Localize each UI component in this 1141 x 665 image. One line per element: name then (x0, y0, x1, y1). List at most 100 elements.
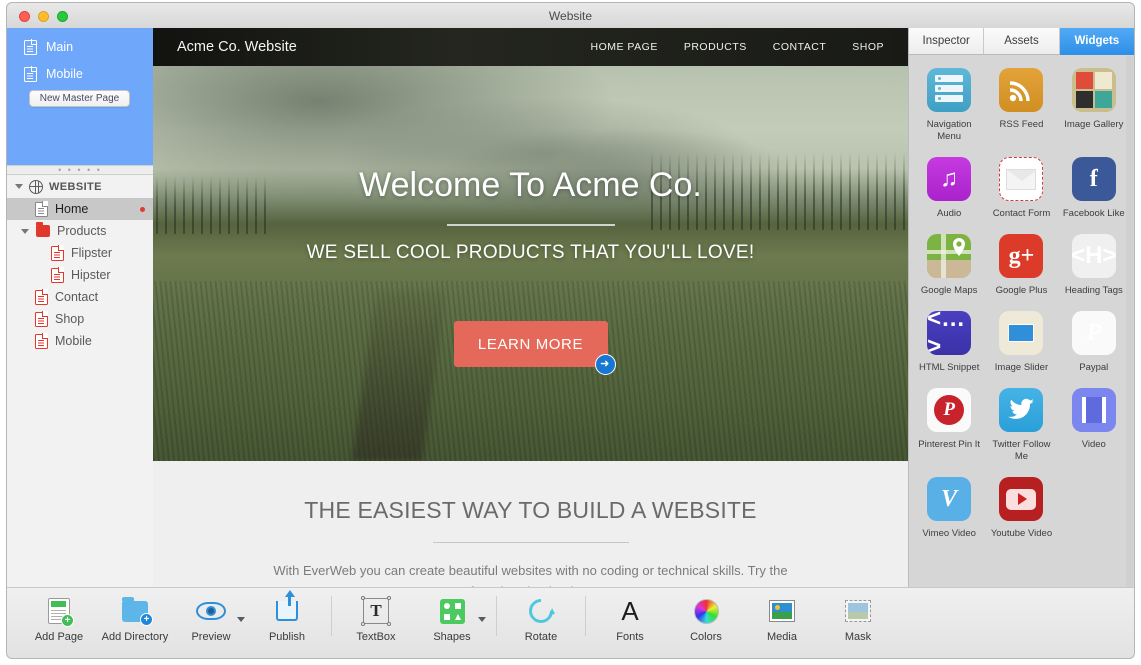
widget-contact-form[interactable]: Contact Form (985, 157, 1057, 220)
widget-label: Video (1081, 439, 1106, 450)
tool-label: Add Directory (101, 631, 169, 643)
tool-label: Shapes (433, 631, 471, 643)
page-icon (24, 39, 38, 55)
widget-video[interactable]: Video (1058, 388, 1130, 463)
widget-vimeo-video[interactable]: V Vimeo Video (913, 477, 985, 540)
learn-more-label: LEARN MORE (477, 335, 584, 353)
site-logo[interactable]: Acme Co. Website (177, 39, 297, 55)
widget-google-plus[interactable]: g+ Google Plus (985, 234, 1057, 297)
sidebar-item-mobile[interactable]: Mobile (7, 330, 153, 352)
sidebar-item-home[interactable]: Home (7, 198, 153, 220)
minimize-button[interactable] (38, 11, 49, 22)
widgets-scrollbar[interactable] (1126, 56, 1133, 587)
master-page-label: Main (46, 40, 74, 54)
sidebar-item-hipster[interactable]: Hipster (7, 264, 153, 286)
navigation-menu-icon (927, 68, 972, 112)
widget-label: Audio (937, 208, 962, 219)
site-menu-item-shop[interactable]: SHOP (852, 41, 884, 53)
fonts-button[interactable]: A Fonts (592, 596, 668, 643)
zoom-button[interactable] (57, 11, 68, 22)
add-page-icon: + (48, 596, 74, 627)
panel-tabs: Inspector Assets Widgets (909, 28, 1134, 55)
chevron-down-icon[interactable] (15, 184, 23, 189)
preview-button[interactable]: Preview (173, 596, 249, 643)
widget-navigation-menu[interactable]: Navigation Menu (913, 68, 985, 143)
lower-title: THE EASIEST WAY TO BUILD A WEBSITE (304, 497, 757, 523)
textbox-button[interactable]: T TextBox (338, 596, 414, 643)
tool-label: Add Page (34, 631, 84, 643)
sidebar-splitter[interactable]: • • • • • (7, 165, 153, 175)
tool-label: Rotate (524, 631, 558, 643)
widget-image-slider[interactable]: Image Slider (985, 311, 1057, 374)
widget-facebook-like[interactable]: f Facebook Like (1058, 157, 1130, 220)
site-menu-item-products[interactable]: PRODUCTS (684, 41, 747, 53)
sidebar-item-flipster[interactable]: Flipster (7, 242, 153, 264)
hero-divider (446, 224, 615, 226)
google-maps-icon (927, 234, 972, 278)
sidebar-item-contact[interactable]: Contact (7, 286, 153, 308)
master-page-item-mobile[interactable]: Mobile (7, 63, 153, 85)
html-snippet-icon: <…> (927, 311, 972, 355)
preview-eye-icon (196, 596, 226, 626)
widget-audio[interactable]: ♫ Audio (913, 157, 985, 220)
rotate-button[interactable]: Rotate (503, 594, 579, 643)
colors-button[interactable]: Colors (668, 596, 744, 643)
add-page-button[interactable]: + Add Page (21, 596, 97, 643)
globe-icon (29, 179, 43, 194)
publish-button[interactable]: Publish (249, 590, 325, 643)
master-page-item-main[interactable]: Main (7, 36, 153, 58)
page-canvas[interactable]: Acme Co. Website HOME PAGE PRODUCTS CONT… (153, 28, 908, 587)
rotate-icon (524, 594, 558, 628)
youtube-icon (999, 477, 1044, 521)
folder-icon (36, 222, 50, 237)
widget-html-snippet[interactable]: <…> HTML Snippet (913, 311, 985, 374)
chevron-down-icon[interactable] (237, 617, 245, 622)
site-menu-item-contact[interactable]: CONTACT (773, 41, 826, 53)
media-button[interactable]: Media (744, 596, 820, 643)
rss-feed-icon (999, 68, 1044, 112)
widget-heading-tags[interactable]: <H> Heading Tags (1058, 234, 1130, 297)
arrow-right-icon[interactable]: ➜ (594, 354, 616, 375)
add-directory-button[interactable]: + Add Directory (97, 596, 173, 643)
widget-rss-feed[interactable]: RSS Feed (985, 68, 1057, 143)
new-master-page-button[interactable]: New Master Page (29, 90, 130, 107)
tab-inspector[interactable]: Inspector (909, 28, 985, 55)
tab-assets[interactable]: Assets (984, 28, 1060, 55)
shapes-button[interactable]: Shapes (414, 596, 490, 643)
close-button[interactable] (19, 11, 30, 22)
chevron-down-icon[interactable] (478, 617, 486, 622)
learn-more-button[interactable]: LEARN MORE ➜ (453, 321, 616, 375)
widget-twitter-follow-me[interactable]: Twitter Follow Me (985, 388, 1057, 463)
mask-button[interactable]: Mask (820, 596, 896, 643)
widget-label: Youtube Video (990, 528, 1053, 539)
widget-youtube-video[interactable]: Youtube Video (985, 477, 1057, 540)
widget-label: Image Slider (994, 362, 1049, 373)
widget-label: Image Gallery (1064, 119, 1124, 130)
lower-body-text: With EverWeb you can create beautiful we… (273, 563, 788, 587)
window-controls (19, 11, 68, 22)
chevron-down-icon[interactable] (21, 228, 29, 234)
page-label: Flipster (71, 246, 112, 260)
page-sidebar: Main Mobile New Master Page • • • • • WE… (7, 28, 153, 587)
tree-header-website[interactable]: WEBSITE (7, 175, 153, 198)
widget-image-gallery[interactable]: Image Gallery (1058, 68, 1130, 143)
page-icon (51, 267, 65, 283)
sidebar-item-products[interactable]: Products (7, 220, 153, 242)
toolbar-divider (585, 596, 586, 636)
widget-label: RSS Feed (999, 119, 1044, 130)
tab-widgets[interactable]: Widgets (1059, 28, 1134, 55)
widget-label: Paypal (1079, 362, 1109, 373)
sidebar-item-shop[interactable]: Shop (7, 308, 153, 330)
widget-pinterest-pin-it[interactable]: P Pinterest Pin It (913, 388, 985, 463)
tree-header-label: WEBSITE (49, 180, 102, 193)
hero-content: Welcome To Acme Co. WE SELL COOL PRODUCT… (153, 66, 908, 375)
main-content-row: Main Mobile New Master Page • • • • • WE… (6, 28, 1135, 587)
video-icon (1071, 388, 1116, 432)
widget-paypal[interactable]: P Paypal (1058, 311, 1130, 374)
publish-upload-icon (276, 590, 298, 626)
site-menu-item-home-page[interactable]: HOME PAGE (591, 41, 658, 53)
page-tree: WEBSITE Home Products Flipster Hipster C… (7, 175, 153, 587)
widget-google-maps[interactable]: Google Maps (913, 234, 985, 297)
vimeo-icon: V (927, 477, 972, 521)
toolbar-divider (331, 596, 332, 636)
